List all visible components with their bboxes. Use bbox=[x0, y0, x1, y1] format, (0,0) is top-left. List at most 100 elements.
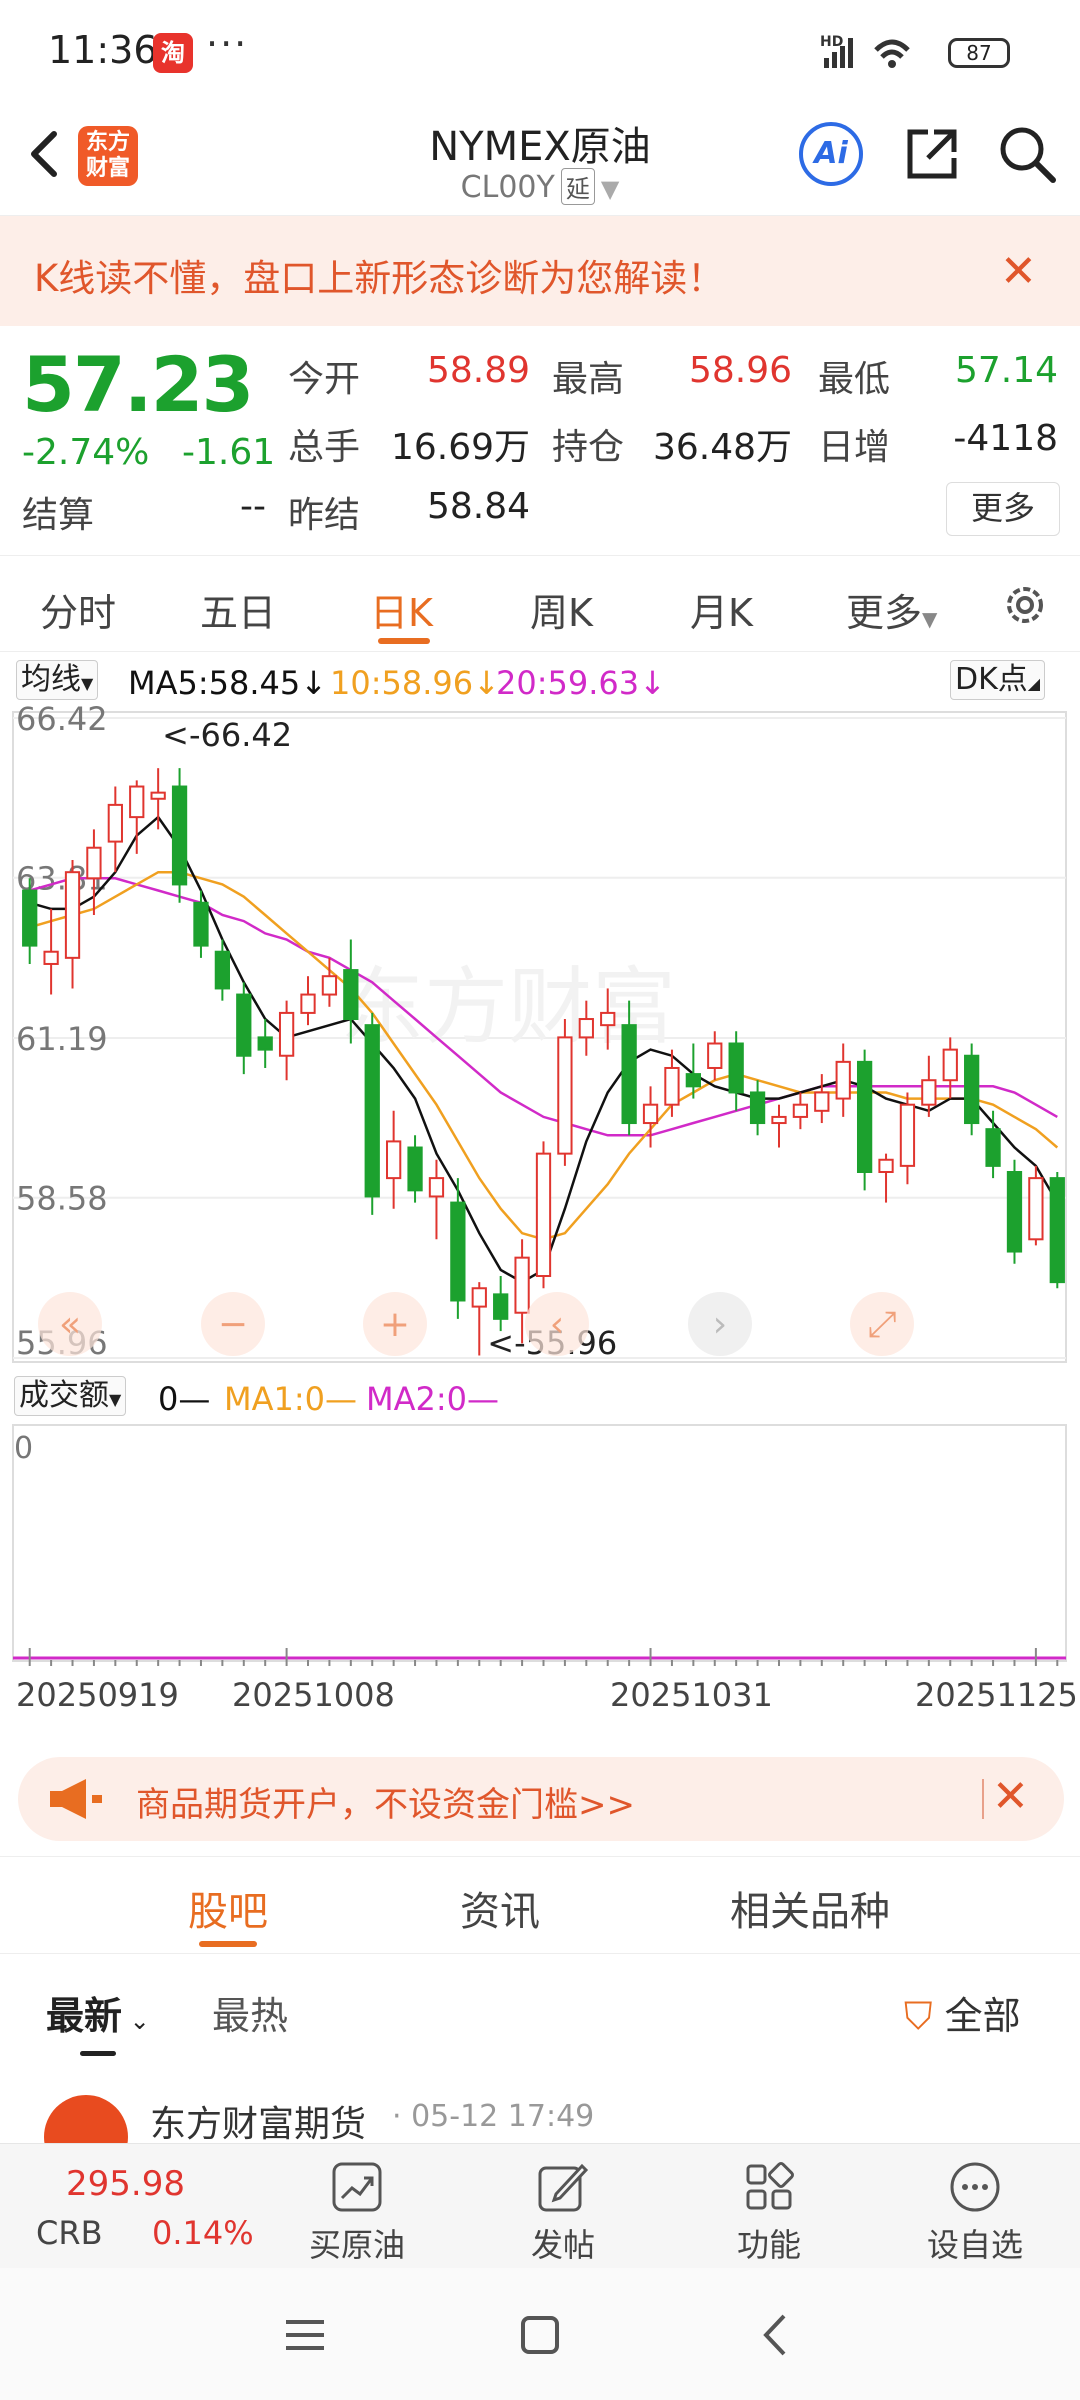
bottom-toolbar: 295.98 CRB 0.14% 买原油 发帖 功能 设自选 bbox=[0, 2143, 1080, 2269]
add-watchlist-button[interactable]: 设自选 bbox=[910, 2160, 1040, 2266]
date-tick: 20251125 bbox=[915, 1676, 1078, 1714]
active-sort-indicator bbox=[80, 2051, 116, 2056]
change-percent: -2.74% bbox=[22, 432, 150, 473]
candle bbox=[407, 1146, 423, 1192]
buy-crude-button[interactable]: 买原油 bbox=[292, 2160, 422, 2266]
diagnosis-banner[interactable]: K线读不懂，盘口上新形态诊断为您解读！ ✕ bbox=[0, 216, 1080, 326]
candle bbox=[343, 969, 359, 1021]
candle bbox=[749, 1091, 766, 1125]
candle bbox=[107, 803, 123, 843]
candle bbox=[236, 993, 252, 1057]
fullscreen-icon: ⤢ bbox=[868, 1304, 897, 1345]
delay-tag: 延 bbox=[560, 168, 595, 205]
dk-point-toggle[interactable]: DK点◢ bbox=[950, 660, 1046, 700]
back-icon[interactable] bbox=[752, 2310, 802, 2360]
date-tick: 20250919 bbox=[16, 1676, 179, 1714]
post-time-text: 05-12 17:49 bbox=[411, 2099, 595, 2134]
avatar bbox=[44, 2095, 128, 2145]
community-tabs: 股吧 资讯 相关品种 bbox=[0, 1856, 1080, 1954]
sort-latest-label: 最新 bbox=[46, 1994, 123, 2038]
candle bbox=[278, 1011, 295, 1057]
tab-more[interactable]: 更多▼ bbox=[846, 582, 937, 637]
battery-icon: 87 bbox=[948, 38, 1010, 68]
tab-daily-k[interactable]: 日K bbox=[370, 582, 433, 637]
candle bbox=[707, 1042, 723, 1069]
share-icon[interactable] bbox=[900, 122, 964, 186]
date-axis: 20250919 20251008 20251031 20251125 bbox=[0, 1670, 1080, 1720]
post-author[interactable]: 东方财富期货 bbox=[150, 2095, 366, 2145]
tab-related[interactable]: 相关品种 bbox=[730, 1879, 890, 1937]
low-value: 57.14 bbox=[954, 350, 1058, 391]
candle bbox=[450, 1201, 466, 1302]
volume-chart-frame bbox=[12, 1424, 1067, 1662]
low-label: 最低 bbox=[818, 359, 891, 400]
change-amount: -1.61 bbox=[182, 432, 276, 473]
sort-hot[interactable]: 最热 bbox=[212, 1985, 288, 2040]
volume-label: 总手 bbox=[288, 427, 361, 468]
ai-assistant-icon[interactable]: Ai bbox=[799, 122, 863, 186]
kline-chart[interactable]: 66.4263.8161.1958.5855.96东方财富<-66.42<-55… bbox=[0, 700, 1080, 1366]
candle bbox=[193, 901, 209, 947]
indicator-select[interactable]: 均线▼ bbox=[16, 660, 99, 700]
close-icon[interactable]: ✕ bbox=[992, 1771, 1029, 1822]
candle bbox=[214, 950, 231, 990]
candle bbox=[1049, 1177, 1065, 1284]
tab-news[interactable]: 资讯 bbox=[460, 1879, 540, 1937]
home-icon[interactable] bbox=[515, 2310, 565, 2360]
add-watchlist-label: 设自选 bbox=[926, 2226, 1023, 2264]
gear-icon[interactable] bbox=[1000, 580, 1050, 630]
menu-icon[interactable] bbox=[280, 2310, 330, 2360]
tab-forum[interactable]: 股吧 bbox=[188, 1879, 268, 1937]
dk-point-label: DK点 bbox=[955, 662, 1028, 697]
candle bbox=[257, 1036, 273, 1051]
filter-icon: ⛉ bbox=[904, 1994, 933, 2038]
filter-button[interactable]: ⛉ 全部 bbox=[904, 1985, 1021, 2040]
more-button[interactable]: 更多 bbox=[946, 482, 1060, 536]
volume-chart[interactable]: 0 bbox=[0, 1422, 1080, 1667]
active-tab-indicator bbox=[378, 638, 430, 644]
caret-icon: ◢ bbox=[1027, 674, 1041, 693]
y-axis-label: 61.19 bbox=[16, 1020, 108, 1058]
volume-ma1: MA1:0— bbox=[224, 1380, 357, 1418]
candle bbox=[386, 1140, 402, 1180]
ma10-label: 10:58.96↓ bbox=[330, 664, 500, 702]
functions-label: 功能 bbox=[736, 2226, 801, 2264]
search-icon[interactable] bbox=[995, 122, 1059, 186]
divider bbox=[982, 1779, 984, 1819]
candle bbox=[171, 785, 188, 886]
candle bbox=[150, 791, 166, 800]
post-button[interactable]: 发帖 bbox=[498, 2160, 628, 2266]
zoom-out-icon: − bbox=[218, 1304, 248, 1345]
crb-index-ticker[interactable]: 295.98 CRB 0.14% bbox=[16, 2154, 254, 2264]
sort-latest[interactable]: 最新 ⌄ bbox=[46, 1985, 150, 2040]
account-ad-banner[interactable]: 商品期货开户，不设资金门槛>> ✕ bbox=[18, 1757, 1064, 1841]
candle bbox=[1006, 1170, 1023, 1253]
tab-weekly-k[interactable]: 周K bbox=[530, 582, 593, 637]
chevron-down-icon: ⌄ bbox=[122, 2007, 150, 2035]
volume-indicator-select[interactable]: 成交额▼ bbox=[14, 1376, 127, 1416]
next-icon: › bbox=[713, 1304, 727, 1345]
more-circle-icon bbox=[950, 2162, 1000, 2212]
tab-five-day[interactable]: 五日 bbox=[200, 582, 276, 637]
candle bbox=[664, 1066, 680, 1106]
candle bbox=[728, 1042, 744, 1094]
candle bbox=[642, 1103, 659, 1125]
ma-legend: 均线▼ MA5:58.45↓ 10:58.96↓ 20:59.63↓ DK点◢ bbox=[0, 656, 1080, 706]
candle bbox=[600, 1011, 616, 1027]
functions-button[interactable]: 功能 bbox=[704, 2160, 834, 2266]
max-price-label: <-66.42 bbox=[162, 716, 292, 754]
signal-wifi-icon: HD bbox=[820, 28, 940, 72]
prev-settle-value: 58.84 bbox=[426, 486, 530, 527]
daily-increase-value: -4118 bbox=[953, 418, 1058, 459]
tab-intraday[interactable]: 分时 bbox=[40, 582, 116, 637]
filter-label: 全部 bbox=[944, 1994, 1021, 2038]
tab-monthly-k[interactable]: 月K bbox=[690, 582, 753, 637]
contract-code-text: CL00Y bbox=[460, 170, 555, 205]
close-icon[interactable]: ✕ bbox=[1000, 246, 1037, 297]
candle bbox=[129, 785, 145, 819]
post-preview[interactable]: 东方财富期货 · 05-12 17:49 bbox=[0, 2065, 1080, 2145]
candle bbox=[942, 1048, 958, 1082]
open-value: 58.89 bbox=[426, 350, 530, 391]
volume-value: 0— bbox=[158, 1380, 211, 1418]
ma5-label: MA5:58.45↓ bbox=[128, 664, 328, 702]
